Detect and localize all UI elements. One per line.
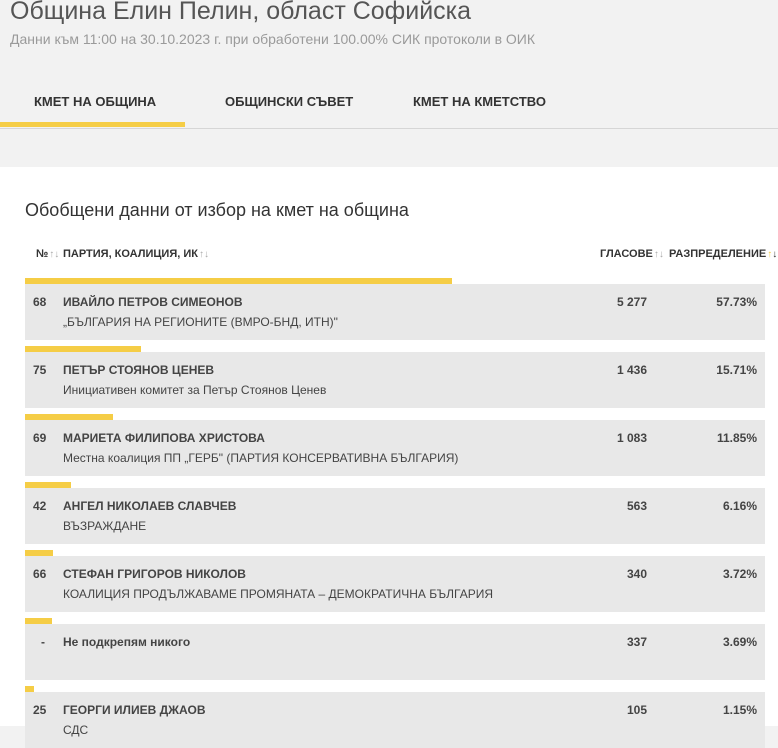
row-number: 42 (33, 499, 47, 513)
party-name: КОАЛИЦИЯ ПРОДЪЛЖАВАМЕ ПРОМЯНАТА – ДЕМОКР… (63, 587, 494, 601)
column-header-num-label: № (36, 248, 49, 260)
column-header-party[interactable]: ПАРТИЯ, КОАЛИЦИЯ, ИК↑↓ (63, 248, 209, 260)
party-name: Местна коалиция ПП „ГЕРБ" (ПАРТИЯ КОНСЕР… (63, 451, 459, 465)
table-row[interactable]: 42 АНГЕЛ НИКОЛАЕВ СЛАВЧЕВ ВЪЗРАЖДАНЕ 563 6.1… (25, 488, 765, 544)
share-value: 15.71% (716, 363, 757, 377)
page-title: Община Елин Пелин, област Софийска (10, 0, 472, 25)
row-number: 68 (33, 295, 47, 309)
row-number: 25 (33, 703, 47, 717)
row-number: 66 (33, 567, 47, 581)
votes-value: 340 (626, 567, 647, 581)
section-title: Обобщени данни от избор на кмет на общин… (25, 200, 409, 220)
row-number: 69 (33, 431, 47, 445)
results-panel: Обобщени данни от избор на кмет на общин… (0, 167, 778, 748)
candidate-name: Не подкрепям никого (63, 635, 191, 649)
candidate-name: АНГЕЛ НИКОЛАЕВ СЛАВЧЕВ (63, 499, 237, 513)
tab-municipal-council[interactable]: ОБЩИНСКИ СЪВЕТ (225, 94, 353, 109)
column-header-party-label: ПАРТИЯ, КОАЛИЦИЯ, ИК (63, 248, 198, 260)
page-subtitle: Данни към 11:00 на 30.10.2023 г. при обр… (10, 31, 536, 47)
sort-icon: ↑↓ (198, 249, 209, 260)
votes-value: 1 436 (616, 363, 647, 377)
candidate-name: ПЕТЪР СТОЯНОВ ЦЕНЕВ (63, 363, 215, 377)
row-number: 75 (33, 363, 47, 377)
candidate-name: МАРИЕТА ФИЛИПОВА ХРИСТОВА (63, 431, 265, 445)
active-tab-indicator (0, 122, 185, 127)
party-name: Инициативен комитет за Петър Стоянов Цен… (63, 383, 327, 397)
tab-mayor-town-hall[interactable]: КМЕТ НА КМЕТСТВО (413, 94, 546, 109)
share-value: 1.15% (722, 703, 757, 717)
tab-bar: КМЕТ НА ОБЩИНА ОБЩИНСКИ СЪВЕТ КМЕТ НА КМ… (0, 80, 778, 129)
column-header-share[interactable]: РАЗПРЕДЕЛЕНИЕ↑↓ (669, 248, 777, 260)
share-value: 3.72% (722, 567, 757, 581)
column-header-votes-label: ГЛАСОВЕ (600, 248, 653, 260)
sort-icon: ↑↓ (49, 249, 60, 260)
share-value: 11.85% (716, 431, 757, 445)
tab-mayor-municipality[interactable]: КМЕТ НА ОБЩИНА (34, 94, 156, 109)
votes-value: 337 (626, 635, 647, 649)
votes-value: 105 (626, 703, 647, 717)
party-name: ВЪЗРАЖДАНЕ (63, 519, 147, 533)
table-row[interactable]: 66 СТЕФАН ГРИГОРОВ НИКОЛОВ КОАЛИЦИЯ ПРОДЪЛ… (25, 556, 765, 612)
sort-icon: ↑↓ (653, 249, 664, 260)
page-header: Община Елин Пелин, област Софийска Данни… (0, 0, 778, 129)
share-value: 3.69% (722, 635, 757, 649)
table-row[interactable]: 68 ИВАЙЛО ПЕТРОВ СИМЕОНОВ „БЪЛГАРИЯ НА РЕГ… (25, 284, 765, 340)
share-value: 6.16% (722, 499, 757, 513)
votes-value: 5 277 (616, 295, 647, 309)
table-row[interactable]: 25 ГЕОРГИ ИЛИЕВ ДЖАОВ СДС 105 1.15% (25, 692, 765, 748)
column-header-num[interactable]: №↑↓ (36, 248, 59, 260)
table-row[interactable]: 69 МАРИЕТА ФИЛИПОВА ХРИСТОВА Местна коалиц… (25, 420, 765, 476)
share-value: 57.73% (716, 295, 757, 309)
candidate-name: СТЕФАН ГРИГОРОВ НИКОЛОВ (63, 567, 246, 581)
column-header-votes[interactable]: ГЛАСОВЕ↑↓ (600, 248, 664, 260)
votes-value: 563 (626, 499, 647, 513)
column-header-share-label: РАЗПРЕДЕЛЕНИЕ (669, 248, 767, 260)
sort-icon-active: ↑↓ (767, 249, 778, 260)
votes-value: 1 083 (616, 431, 647, 445)
party-name: „БЪЛГАРИЯ НА РЕГИОНИТЕ (ВМРО-БНД, ИТН)" (63, 315, 338, 329)
candidate-name: ИВАЙЛО ПЕТРОВ СИМЕОНОВ (63, 295, 243, 309)
table-row[interactable]: - Не подкрепям никого 337 3.69% (25, 624, 765, 680)
table-row[interactable]: 75 ПЕТЪР СТОЯНОВ ЦЕНЕВ Инициативен комитет… (25, 352, 765, 408)
row-number: - (41, 635, 45, 649)
party-name: СДС (63, 723, 89, 737)
candidate-name: ГЕОРГИ ИЛИЕВ ДЖАОВ (63, 703, 206, 717)
